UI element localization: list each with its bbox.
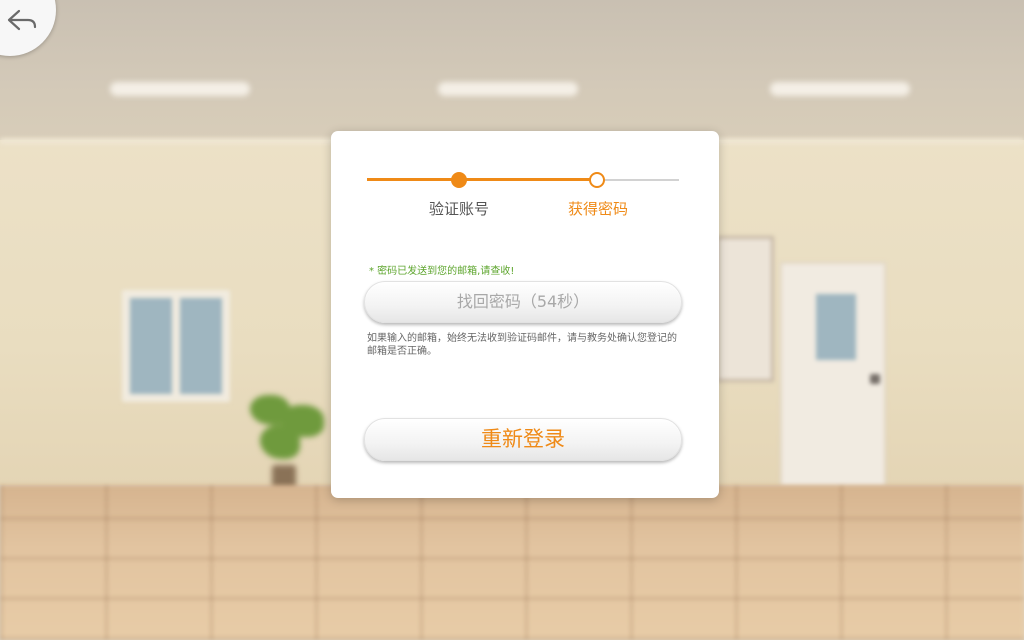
background-door (780, 262, 886, 488)
step-label-get-password: 获得密码 (567, 200, 628, 218)
background-ceiling (0, 0, 1024, 140)
relogin-button[interactable]: 重新登录 (364, 418, 682, 461)
step-label-verify-account: 验证账号 (428, 200, 489, 218)
step-2-marker (589, 172, 605, 188)
background-window (122, 290, 230, 402)
ceiling-light (110, 82, 250, 96)
ceiling-light (438, 82, 578, 96)
step-1-marker (451, 172, 467, 188)
email-sent-notice: * 密码已发送到您的邮箱,请查收! (369, 266, 515, 277)
ceiling-light (770, 82, 910, 96)
app-screen: 验证账号 获得密码 * 密码已发送到您的邮箱,请查收! 找回密码（54秒） 如果… (0, 0, 1024, 640)
background-noticeboard (716, 236, 774, 382)
stepper-track-complete (367, 178, 591, 181)
retrieve-password-button[interactable]: 找回密码（54秒） (364, 281, 682, 323)
background-floor (0, 485, 1024, 640)
progress-stepper (367, 169, 679, 191)
back-arrow-icon (7, 9, 37, 31)
background-plant (240, 385, 330, 495)
help-text: 如果输入的邮箱，始终无法收到验证码邮件，请与教务处确认您登记的邮箱是否正确。 (367, 333, 677, 357)
password-recovery-dialog: 验证账号 获得密码 * 密码已发送到您的邮箱,请查收! 找回密码（54秒） 如果… (331, 131, 719, 498)
